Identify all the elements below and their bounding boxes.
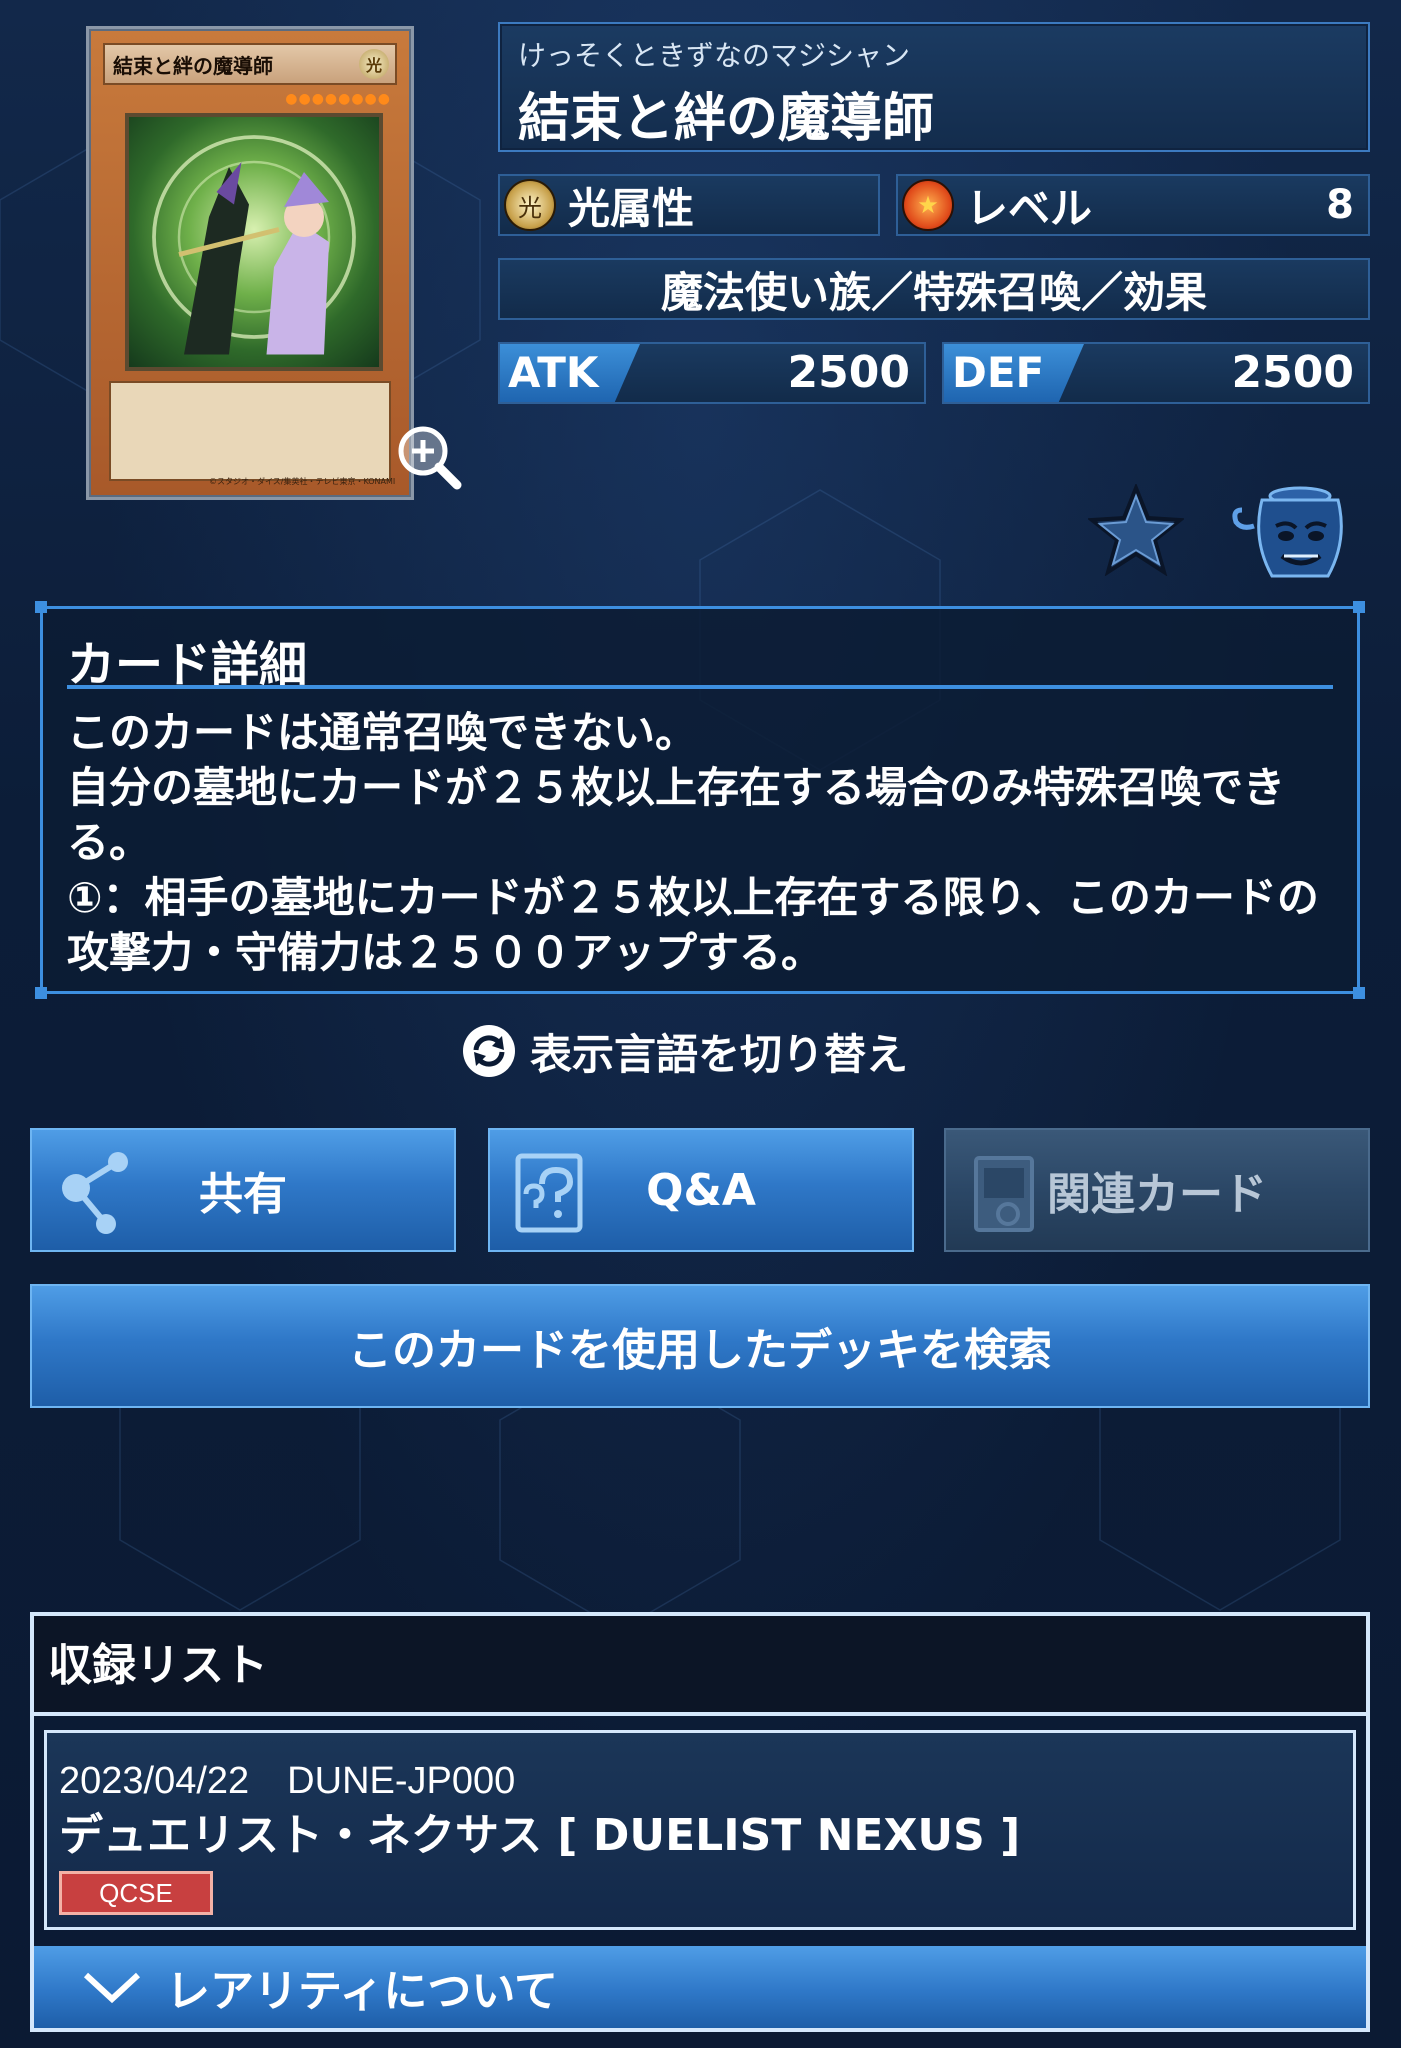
card-name: 結束と絆の魔導師 [518,89,935,149]
card-effect-text: このカードは通常召喚できない。 自分の墓地にカードが２５枚以上存在する場合のみ特… [67,708,1319,977]
def-value: 2500 [1231,347,1354,398]
light-attribute-icon: 光 [504,179,556,231]
star-icon[interactable] [1088,484,1184,576]
def-box: DEF 2500 [942,342,1370,404]
card-image-textbox [109,381,391,481]
qa-button[interactable]: Q&A [488,1128,914,1252]
attribute-box: 光 光属性 [498,174,880,236]
switch-language-label: 表示言語を切り替え [530,1029,909,1079]
refresh-icon [463,1025,515,1077]
release-list-title: 収録リスト [34,1616,1366,1716]
release-pack-name: デュエリスト・ネクサス [ DUELIST NEXUS ] [59,1810,1021,1861]
rarity-badge: QCSE [59,1871,213,1915]
card-detail-divider [67,685,1333,689]
release-list-item[interactable]: 2023/04/22 DUNE-JP000 デュエリスト・ネクサス [ DUEL… [44,1730,1356,1930]
related-cards-button[interactable]: 関連カード [944,1128,1370,1252]
qa-label: Q&A [646,1164,756,1216]
related-card-icon [974,1156,1034,1232]
card-image-name: 結束と絆の魔導師 光 [103,43,397,85]
card-name-panel: けっそくときずなのマジシャン 結束と絆の魔導師 [498,22,1370,152]
rarity-info-label: レアリティについて [166,1966,559,2017]
atk-label: ATK [500,344,640,402]
chevron-down-icon [83,1972,141,2004]
deck-search-button[interactable]: このカードを使用したデッキを検索 [30,1284,1370,1408]
pot-of-greed-icon[interactable] [1232,480,1348,584]
share-button[interactable]: 共有 [30,1128,456,1252]
level-value: 8 [1326,182,1354,228]
zoom-in-icon[interactable] [393,421,465,493]
card-image-copyright: ©スタジオ・ダイス/集英社・テレビ東京・KONAMI [209,477,396,486]
card-image-name-text: 結束と絆の魔導師 [113,53,273,78]
share-icon [62,1152,128,1234]
release-list: 収録リスト 2023/04/22 DUNE-JP000 デュエリスト・ネクサス … [30,1612,1370,2032]
card-name-ruby: けっそくときずなのマジシャン [518,39,911,72]
level-star-icon: ★ [902,179,954,231]
qa-icon [515,1153,583,1233]
deck-search-label: このカードを使用したデッキを検索 [348,1325,1052,1376]
atk-box: ATK 2500 [498,342,926,404]
card-detail-panel: カード詳細 このカードは通常召喚できない。 自分の墓地にカードが２５枚以上存在す… [35,601,1365,999]
atk-value: 2500 [787,347,910,398]
rarity-info-toggle[interactable]: レアリティについて [34,1946,1366,2028]
card-image-attribute: 光 [359,49,389,79]
release-date-code: 2023/04/22 DUNE-JP000 [59,1760,516,1802]
share-label: 共有 [199,1169,287,1220]
level-label: レベル [966,183,1093,233]
card-image-level-stars: ●●●●●●●● [285,91,391,107]
related-cards-label: 関連カード [1047,1169,1267,1220]
card-artwork [125,113,383,371]
level-box: ★ レベル 8 [896,174,1370,236]
def-label: DEF [944,344,1084,402]
card-type: 魔法使い族／特殊召喚／効果 [498,258,1370,320]
attribute-label: 光属性 [568,183,695,233]
switch-language-button[interactable]: 表示言語を切り替え [462,1020,908,1082]
card-image[interactable]: 結束と絆の魔導師 光 ●●●●●●●● ©スタジオ・ダイス/集英社・テレビ東京・… [86,26,462,500]
